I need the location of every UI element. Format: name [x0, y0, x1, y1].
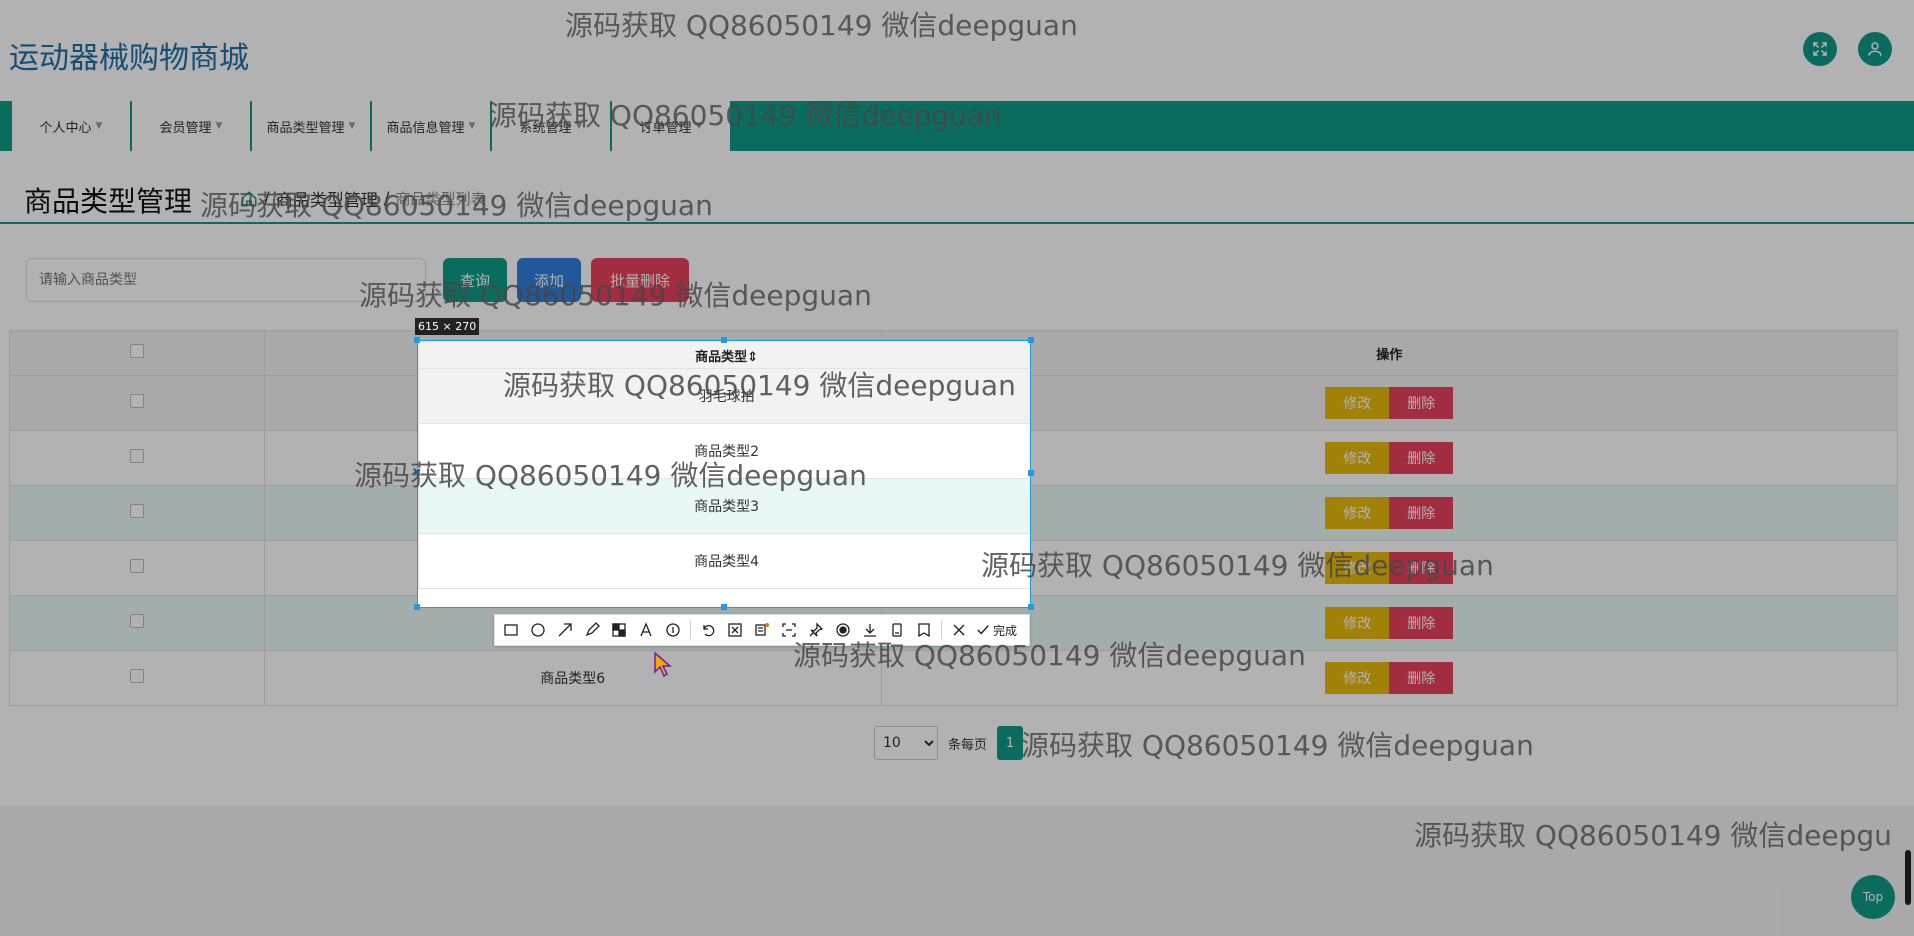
app-title: 运动器械购物商城 — [9, 41, 249, 76]
nav-item-member-management[interactable]: 会员管理 ▼ — [132, 101, 252, 151]
pagination: 10 条每页 1 — [874, 726, 1024, 760]
table-row: 商品类型2 — [418, 423, 1030, 479]
nav-item-system-management[interactable]: 系统管理 ▼ — [492, 101, 612, 151]
mosaic-icon[interactable] — [609, 620, 629, 640]
table-row: 羽毛球拍 — [418, 368, 1030, 424]
column-header-type: 商品类型⇕ — [418, 341, 1030, 369]
row-checkbox[interactable] — [129, 614, 144, 628]
mouse-cursor-icon — [654, 652, 672, 678]
breadcrumb-item[interactable]: 商品类型管理 — [276, 186, 378, 211]
row-checkbox[interactable] — [129, 559, 144, 573]
main-nav: 个人中心 ▼ 会员管理 ▼ 商品类型管理 ▼ 商品信息管理 ▼ 系统管理 ▼ 订单管理 ▼ — [12, 101, 732, 151]
rectangle-icon[interactable] — [501, 620, 521, 640]
capture-size-label: 615 × 270 — [415, 318, 480, 335]
row-checkbox[interactable] — [129, 669, 144, 683]
delete-button[interactable]: 删除 — [1389, 387, 1454, 419]
ellipse-icon[interactable] — [528, 620, 548, 640]
home-icon[interactable] — [240, 190, 258, 208]
edit-button[interactable]: 修改 — [1325, 552, 1390, 584]
type-cell: 商品类型4 — [418, 533, 1030, 589]
scroll-capture-icon[interactable] — [779, 620, 799, 640]
delete-button[interactable]: 删除 — [1389, 442, 1454, 474]
nav-item-product-info-management[interactable]: 商品信息管理 ▼ — [372, 101, 492, 151]
chevron-down-icon: ▼ — [215, 121, 223, 131]
check-icon — [977, 625, 989, 635]
bookmark-icon[interactable] — [914, 620, 934, 640]
chevron-down-icon: ▼ — [348, 121, 356, 131]
arrow-icon[interactable] — [555, 620, 575, 640]
select-all-checkbox[interactable] — [129, 344, 144, 358]
table-row: 商品类型4 — [418, 533, 1030, 589]
ocr-icon[interactable] — [752, 620, 772, 640]
footer — [0, 806, 1914, 936]
resize-handle[interactable] — [721, 337, 727, 343]
edit-button[interactable]: 修改 — [1325, 442, 1390, 474]
back-to-top-button[interactable]: Top — [1851, 875, 1895, 919]
type-cell: 羽毛球拍 — [418, 368, 1030, 424]
type-cell: 商品类型2 — [418, 423, 1030, 479]
resize-handle[interactable] — [414, 470, 420, 476]
resize-handle[interactable] — [1028, 604, 1034, 610]
type-cell: 商品类型6 — [263, 650, 882, 706]
type-cell: 商品类型3 — [418, 478, 1030, 534]
page-size-select[interactable]: 10 — [874, 726, 938, 760]
sort-icon: ⇕ — [747, 349, 759, 365]
per-page-label: 条每页 — [948, 737, 988, 753]
chevron-down-icon: ▼ — [95, 121, 103, 131]
user-icon[interactable] — [1858, 32, 1892, 66]
done-button[interactable]: 完成 — [976, 622, 1017, 639]
add-button[interactable]: 添加 — [517, 258, 581, 302]
capture-toolbar: 完成 — [494, 614, 1030, 646]
edit-button[interactable]: 修改 — [1325, 387, 1390, 419]
number-icon[interactable] — [663, 620, 683, 640]
delete-button[interactable]: 删除 — [1389, 552, 1454, 584]
scrollbar-thumb[interactable] — [1905, 850, 1911, 905]
download-icon[interactable] — [860, 620, 880, 640]
capture-selection[interactable]: 商品类型⇕ 羽毛球拍 商品类型2 商品类型3 商品类型4 — [417, 340, 1031, 608]
record-icon[interactable] — [833, 620, 853, 640]
edit-button[interactable]: 修改 — [1325, 497, 1390, 529]
table-row: 商品类型3 — [418, 478, 1030, 534]
row-checkbox[interactable] — [129, 394, 144, 408]
pen-icon[interactable] — [582, 620, 602, 640]
pin-icon[interactable] — [806, 620, 826, 640]
breadcrumb: / 商品类型管理 / 商品类型列表 — [240, 186, 485, 211]
page-header: 商品类型管理 / 商品类型管理 / 商品类型列表 — [0, 172, 1914, 224]
scissors-icon[interactable] — [725, 620, 745, 640]
nav-item-personal-center[interactable]: 个人中心 ▼ — [12, 101, 132, 151]
page-number-button[interactable]: 1 — [997, 726, 1024, 760]
text-icon[interactable] — [636, 620, 656, 640]
delete-button[interactable]: 删除 — [1389, 497, 1454, 529]
query-button[interactable]: 查询 — [443, 258, 507, 302]
top-header: 运动器械购物商城 — [0, 0, 1914, 101]
delete-button[interactable]: 删除 — [1389, 662, 1454, 694]
nav-item-product-type-management[interactable]: 商品类型管理 ▼ — [252, 101, 372, 151]
watermark-text: 源码获取 QQ86050149 微信deepguan — [1021, 729, 1534, 762]
chevron-down-icon: ▼ — [468, 121, 476, 131]
bulk-delete-button[interactable]: 批量删除 — [591, 258, 689, 302]
resize-handle[interactable] — [721, 604, 727, 610]
page-title: 商品类型管理 — [24, 185, 193, 218]
edit-button[interactable]: 修改 — [1325, 607, 1390, 639]
row-checkbox[interactable] — [129, 449, 144, 463]
resize-handle[interactable] — [414, 604, 420, 610]
resize-handle[interactable] — [1028, 470, 1034, 476]
delete-button[interactable]: 删除 — [1389, 607, 1454, 639]
resize-handle[interactable] — [1028, 337, 1034, 343]
breadcrumb-current: 商品类型列表 — [395, 190, 486, 208]
edit-button[interactable]: 修改 — [1325, 662, 1390, 694]
search-input[interactable] — [26, 258, 426, 302]
nav-item-order-management[interactable]: 订单管理 ▼ — [612, 101, 732, 151]
close-icon[interactable] — [949, 620, 969, 640]
save-device-icon[interactable] — [887, 620, 907, 640]
table-row: 商品类型6 修改 删除 — [9, 650, 1898, 706]
fullscreen-icon[interactable] — [1803, 32, 1837, 66]
selection-table-preview: 商品类型⇕ 羽毛球拍 商品类型2 商品类型3 商品类型4 — [418, 341, 1030, 589]
row-checkbox[interactable] — [129, 504, 144, 518]
chevron-down-icon: ▼ — [695, 121, 703, 131]
resize-handle[interactable] — [414, 337, 420, 343]
undo-icon[interactable] — [698, 620, 718, 640]
chevron-down-icon: ▼ — [575, 121, 583, 131]
